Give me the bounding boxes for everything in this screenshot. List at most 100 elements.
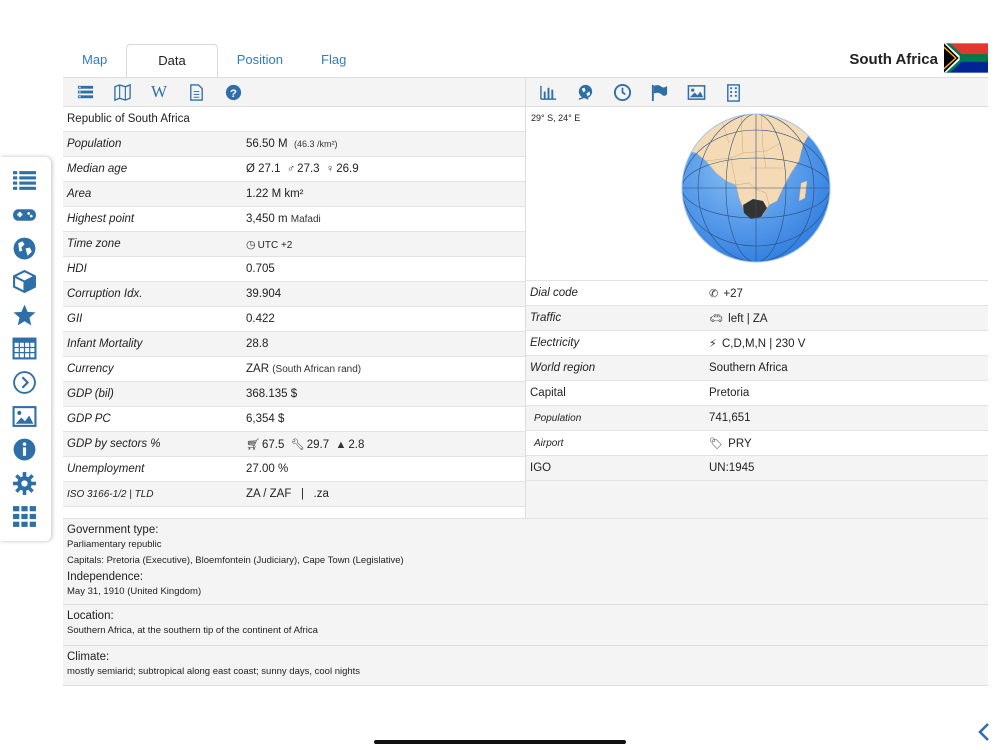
female-icon: ♀ — [325, 163, 335, 175]
row-value: ZA / ZAF | .za — [246, 488, 329, 500]
row-label: Unemployment — [67, 463, 145, 475]
row-label: ISO 3166-1/2 | TLD — [67, 488, 154, 500]
cube-icon[interactable] — [11, 268, 37, 294]
section-heading: Location: — [67, 610, 114, 622]
table-row: IGO UN:1945 — [526, 456, 988, 481]
phone-icon: ✆ — [709, 287, 719, 300]
tab-data[interactable]: Data — [126, 44, 218, 78]
tab-map[interactable]: Map — [63, 44, 126, 78]
tree-icon: ▲ — [335, 438, 347, 451]
clock-icon[interactable] — [612, 82, 632, 102]
south-africa-flag — [944, 43, 988, 73]
table-row: Unemployment 27.00 % — [63, 457, 525, 482]
table-row: Median age Ø 27.1 ♂ 27.3 ♀ 26.9 — [63, 157, 525, 182]
table-row: Infant Mortality 28.8 — [63, 332, 525, 357]
row-value: ◷ UTC +2 — [246, 238, 293, 251]
list-icon[interactable] — [11, 167, 37, 193]
row-value: 3,450 m Mafadi — [246, 213, 321, 225]
row-value: 🚗︎ left | ZA — [709, 312, 768, 325]
settings-icon[interactable] — [11, 470, 37, 496]
table-row: Dial code ✆ +27 — [526, 281, 988, 306]
table-row: Highest point 3,450 m Mafadi — [63, 207, 525, 232]
info-icon[interactable] — [11, 436, 37, 462]
help-icon[interactable]: ? — [223, 82, 243, 102]
section-heading: Climate: — [67, 651, 110, 663]
gamepad-icon[interactable] — [11, 201, 37, 227]
table-row: Corruption Idx. 39.904 — [63, 282, 525, 307]
wikipedia-icon[interactable]: W — [149, 82, 169, 102]
tab-position[interactable]: Position — [218, 44, 302, 78]
row-label: Highest point — [67, 213, 135, 225]
world-region-link[interactable]: Southern Africa — [709, 362, 988, 374]
row-value: 741,651 — [709, 412, 751, 424]
country-details-table: Dial code ✆ +27 Traffic 🚗︎ left | ZA Ele… — [526, 281, 988, 481]
car-icon: 🚗︎ — [709, 312, 723, 325]
row-value: 0.705 — [246, 263, 275, 275]
grid-icon[interactable] — [11, 503, 37, 529]
chevron-circle-icon[interactable] — [11, 369, 37, 395]
globe-hand-icon[interactable] — [575, 82, 595, 102]
star-icon[interactable] — [11, 302, 37, 328]
list-view-icon[interactable] — [75, 82, 95, 102]
table-row: Airport 🏷︎ PRY — [526, 431, 988, 456]
row-value: 39.904 — [246, 288, 282, 300]
row-value: Ø 27.1 ♂ 27.3 ♀ 26.9 — [246, 163, 359, 175]
row-label: IGO — [530, 462, 552, 474]
globe-icon[interactable] — [11, 235, 37, 261]
row-value: UN:1945 — [709, 462, 755, 474]
picture-icon[interactable] — [11, 403, 37, 429]
row-label: Dial code — [530, 287, 578, 299]
official-name: Republic of South Africa — [67, 113, 190, 125]
table-row: Population 741,651 — [526, 406, 988, 431]
table-row: Capital Pretoria — [526, 381, 988, 406]
table-row: Republic of South Africa — [63, 107, 525, 132]
bar-chart-icon[interactable] — [538, 82, 558, 102]
chevron-left-icon[interactable] — [976, 722, 992, 742]
section-text: Parliamentary republic — [67, 539, 162, 550]
row-label: Population — [67, 138, 122, 150]
globe-map[interactable] — [681, 113, 831, 263]
row-label: GII — [67, 313, 83, 325]
table-row — [526, 481, 988, 519]
data-toolbar: W ? — [63, 77, 525, 107]
table-row — [63, 505, 525, 519]
row-label: GDP by sectors % — [67, 438, 161, 450]
table-row: GDP PC 6,354 $ — [63, 407, 525, 432]
row-label: Airport — [534, 437, 564, 449]
row-value: 🏷︎ PRY — [709, 437, 752, 450]
row-value: ZAR (South African rand) — [246, 363, 362, 375]
map-icon[interactable] — [112, 82, 132, 102]
section-text: May 31, 1910 (United Kingdom) — [67, 585, 202, 597]
section-heading: Independence: — [67, 570, 144, 583]
row-label: World region — [530, 362, 596, 374]
row-label: Area — [67, 188, 92, 200]
climate-section: Climate: mostly semiarid; subtropical al… — [63, 646, 988, 686]
table-row: Time zone ◷ UTC +2 — [63, 232, 525, 257]
tab-flag[interactable]: Flag — [302, 44, 365, 78]
home-indicator[interactable] — [374, 740, 626, 744]
table-row: Traffic 🚗︎ left | ZA — [526, 306, 988, 331]
table-row: GDP by sectors % 🛒︎ 67.5 🔧︎ 29.7 ▲ 2.8 — [63, 432, 525, 457]
row-value: 27.00 % — [246, 463, 289, 475]
image-icon[interactable] — [686, 82, 706, 102]
row-value: Pretoria — [709, 387, 750, 399]
row-label: HDI — [67, 263, 87, 275]
building-icon[interactable] — [723, 82, 743, 102]
wrench-icon: 🔧︎ — [290, 438, 305, 451]
map-toolbar — [526, 77, 988, 107]
row-value: 368.135 $ — [246, 388, 298, 400]
row-label: Currency — [67, 363, 114, 375]
row-value: 0.422 — [246, 313, 275, 325]
row-value: 🛒︎ 67.5 🔧︎ 29.7 ▲ 2.8 — [246, 438, 365, 451]
svg-text:?: ? — [230, 87, 237, 99]
tab-bar: Map Data Position Flag — [63, 44, 365, 78]
table-row: Area 1.22 M km² — [63, 182, 525, 207]
section-text: mostly semiarid; subtropical along east … — [67, 666, 361, 677]
document-icon[interactable] — [186, 82, 206, 102]
row-label: Time zone — [67, 238, 121, 250]
flag-icon[interactable] — [649, 82, 669, 102]
table-row: World region Southern Africa — [526, 356, 988, 381]
country-data-table: Republic of South Africa Population 56.5… — [63, 107, 525, 507]
plug-icon: ⚡︎ — [709, 337, 717, 350]
calendar-icon[interactable] — [11, 335, 37, 361]
